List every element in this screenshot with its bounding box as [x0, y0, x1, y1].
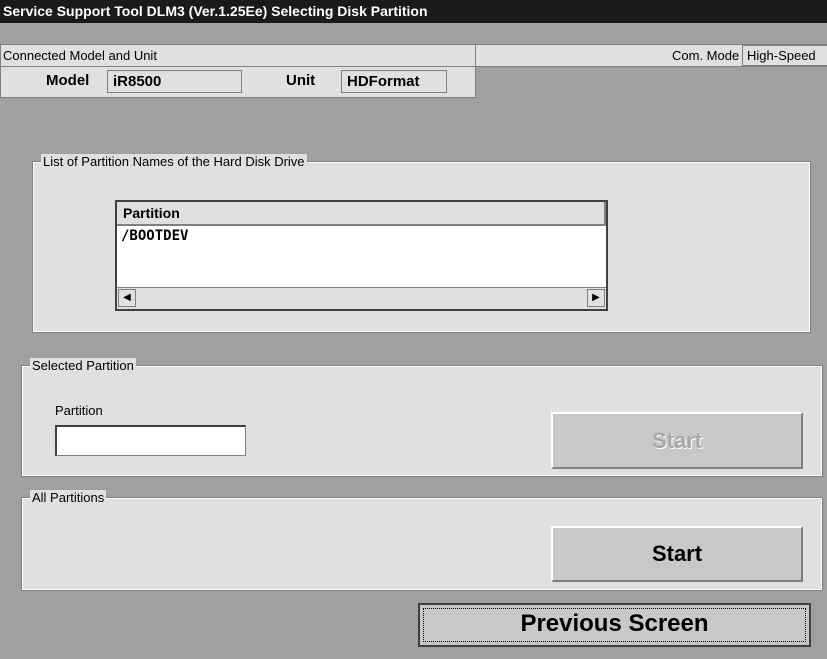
- all-partitions-group-title: All Partitions: [30, 490, 107, 505]
- unit-label: Unit: [286, 72, 316, 89]
- partition-input[interactable]: [55, 425, 246, 456]
- horizontal-scrollbar[interactable]: ◀ ▶: [117, 287, 606, 309]
- unit-value: HDFormat: [341, 70, 447, 93]
- window-title: Service Support Tool DLM3 (Ver.1.25Ee) S…: [3, 3, 428, 19]
- partition-listbox[interactable]: Partition /BOOTDEV ◀ ▶: [115, 200, 608, 311]
- window-title-bar: Service Support Tool DLM3 (Ver.1.25Ee) S…: [0, 0, 827, 23]
- scroll-left-icon[interactable]: ◀: [118, 289, 136, 307]
- list-item[interactable]: /BOOTDEV: [117, 226, 606, 246]
- connected-model-text: Connected Model and Unit: [3, 48, 157, 63]
- focus-rectangle: [423, 608, 806, 642]
- all-start-button[interactable]: Start: [551, 526, 803, 582]
- connected-model-label: Connected Model and Unit: [0, 44, 476, 67]
- model-value: iR8500: [107, 70, 242, 93]
- partition-field-label: Partition: [55, 403, 103, 418]
- previous-screen-button[interactable]: Previous Screen: [418, 603, 811, 647]
- model-label: Model: [46, 72, 90, 89]
- com-mode-label: Com. Mode: [672, 48, 740, 63]
- scroll-right-icon[interactable]: ▶: [587, 289, 605, 307]
- com-mode-value: High-Speed: [742, 45, 827, 66]
- partition-list-group-title: List of Partition Names of the Hard Disk…: [41, 154, 307, 169]
- selected-start-button[interactable]: Start: [551, 412, 803, 469]
- partition-column-header[interactable]: Partition: [117, 202, 606, 226]
- selected-partition-group-title: Selected Partition: [30, 358, 136, 373]
